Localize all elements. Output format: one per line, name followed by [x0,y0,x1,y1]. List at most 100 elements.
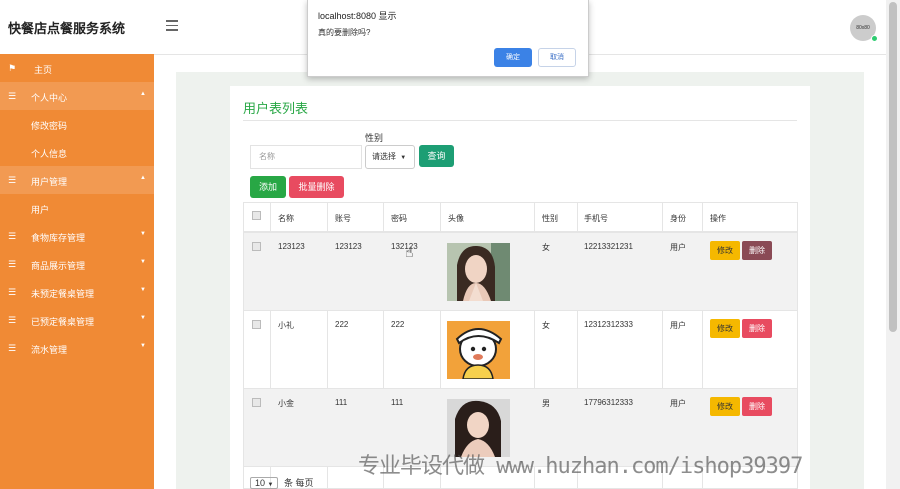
sidebar-item-user-management[interactable]: ☰ 用户管理 ▲ [0,166,154,194]
sidebar-item-label: 已预定餐桌管理 [31,317,95,327]
row-checkbox[interactable] [252,320,261,329]
user-table: 名称 账号 密码 头像 性别 手机号 身份 操作 123123 123123 1… [243,202,798,489]
column-header: 账号 [335,214,351,223]
dialog-ok-button[interactable]: 确定 [494,48,532,67]
page-size-select[interactable]: 10 ▼ [250,477,279,489]
sidebar-item-label: 修改密码 [31,121,68,131]
dialog-cancel-button[interactable]: 取消 [538,48,576,67]
caret-up-icon: ▲ [140,175,146,181]
sidebar-item-label: 流水管理 [31,345,68,355]
query-button[interactable]: 查询 [419,145,454,167]
sidebar-item-reserved-tables[interactable]: ☰ 已预定餐桌管理 ▼ [0,306,154,334]
chevron-down-icon: ▼ [267,482,274,488]
list-icon: ☰ [8,343,17,353]
column-header: 性别 [542,214,558,223]
sidebar-item-label: 主页 [34,65,53,75]
column-header: 头像 [448,214,464,223]
page-scrollbar[interactable] [886,0,900,489]
add-button[interactable]: 添加 [250,176,286,198]
hand-cursor-icon: ☝ [405,244,414,260]
delete-button[interactable]: 删除 [742,319,772,338]
edit-button[interactable]: 修改 [710,319,740,338]
sidebar: ⚑ 主页 ☰ 个人中心 ▲ 修改密码 个人信息 ☰ 用户管理 ▲ 用户 ☰ 食物… [0,54,154,489]
page-title: 用户表列表 [243,101,309,116]
caret-down-icon: ▼ [140,315,146,321]
caret-up-icon: ▲ [140,91,146,97]
sidebar-item-food-stock[interactable]: ☰ 食物库存管理 ▼ [0,222,154,250]
gender-select[interactable]: 请选择 ▼ [365,145,415,169]
dialog-message: 真的要删除吗? [318,28,371,37]
row-checkbox[interactable] [252,242,261,251]
cell-gender: 女 [542,321,550,330]
column-header: 手机号 [584,214,608,223]
sidebar-item-transactions[interactable]: ☰ 流水管理 ▼ [0,334,154,362]
sidebar-item-label: 食物库存管理 [31,233,86,243]
cell-phone: 17796312333 [584,398,633,407]
select-all-checkbox[interactable] [252,211,261,220]
cell-account: 222 [335,320,349,329]
table-header: 名称 账号 密码 头像 性别 手机号 身份 操作 [244,203,797,233]
dialog-title: localhost:8080 显示 [318,11,397,21]
watermark-text: 专业毕设代做 www.huzhan.com/ishop39397 [358,454,803,479]
cell-gender: 女 [542,243,550,252]
cell-phone: 12312312333 [584,320,633,329]
caret-down-icon: ▼ [140,287,146,293]
batch-delete-button[interactable]: 批量删除 [289,176,344,198]
page-size-suffix: 条 每页 [284,478,314,488]
app-title: 快餐店点餐服务系统 [8,21,126,36]
cell-account: 123123 [335,242,362,251]
cell-name: 小礼 [278,321,294,330]
sidebar-item-label: 商品展示管理 [31,261,86,271]
cell-password: 111 [391,398,404,407]
cell-role: 用户 [670,243,686,252]
edit-button[interactable]: 修改 [710,397,740,416]
column-header: 密码 [391,214,407,223]
sidebar-item-label: 用户 [31,205,50,215]
sidebar-item-home[interactable]: ⚑ 主页 [0,54,154,82]
list-icon: ☰ [8,287,17,297]
list-icon: ☰ [8,231,17,241]
list-icon: ☰ [8,175,17,185]
name-search-input[interactable]: 名称 [250,145,362,169]
list-icon: ☰ [8,91,17,101]
caret-down-icon: ▼ [140,231,146,237]
delete-button[interactable]: 删除 [742,397,772,416]
online-status-dot [871,35,878,42]
gender-select-value: 请选择 [372,152,396,161]
cell-role: 用户 [670,399,686,408]
column-header: 身份 [670,214,686,223]
sidebar-item-label: 用户管理 [31,177,68,187]
cell-name: 小金 [278,399,294,408]
column-header: 操作 [710,214,726,223]
sidebar-item-personal-center[interactable]: ☰ 个人中心 ▲ [0,82,154,110]
edit-button[interactable]: 修改 [710,241,740,260]
gender-label: 性别 [365,133,384,143]
sidebar-item-product-display[interactable]: ☰ 商品展示管理 ▼ [0,250,154,278]
list-icon: ☰ [8,315,17,325]
delete-button[interactable]: 删除 [742,241,772,260]
cell-password: 222 [391,320,405,329]
table-row: 小礼 222 222 女 12312312333 用户 修改 删除 [244,311,797,389]
sidebar-item-label: 个人中心 [31,93,68,103]
cell-phone: 12213321231 [584,242,633,251]
sidebar-item-users[interactable]: 用户 [0,194,154,222]
cell-account: 111 [335,398,348,407]
cell-name: 123123 [278,242,305,251]
list-icon: ☰ [8,259,17,269]
table-row: 123123 123123 132123 女 12213321231 用户 修改… [244,233,797,311]
scrollbar-thumb[interactable] [889,2,897,332]
menu-toggle-icon[interactable] [166,20,178,34]
sidebar-item-change-password[interactable]: 修改密码 [0,110,154,138]
avatar-text: 80x80 [856,25,870,31]
user-avatar-image [447,243,510,301]
title-divider [243,120,797,121]
sidebar-item-label: 个人信息 [31,149,68,159]
user-avatar-image [447,321,510,379]
sidebar-item-unreserved-tables[interactable]: ☰ 未预定餐桌管理 ▼ [0,278,154,306]
caret-down-icon: ▼ [140,343,146,349]
row-checkbox[interactable] [252,398,261,407]
sidebar-item-personal-info[interactable]: 个人信息 [0,138,154,166]
cell-role: 用户 [670,321,686,330]
flag-icon: ⚑ [8,63,17,73]
column-header: 名称 [278,214,294,223]
